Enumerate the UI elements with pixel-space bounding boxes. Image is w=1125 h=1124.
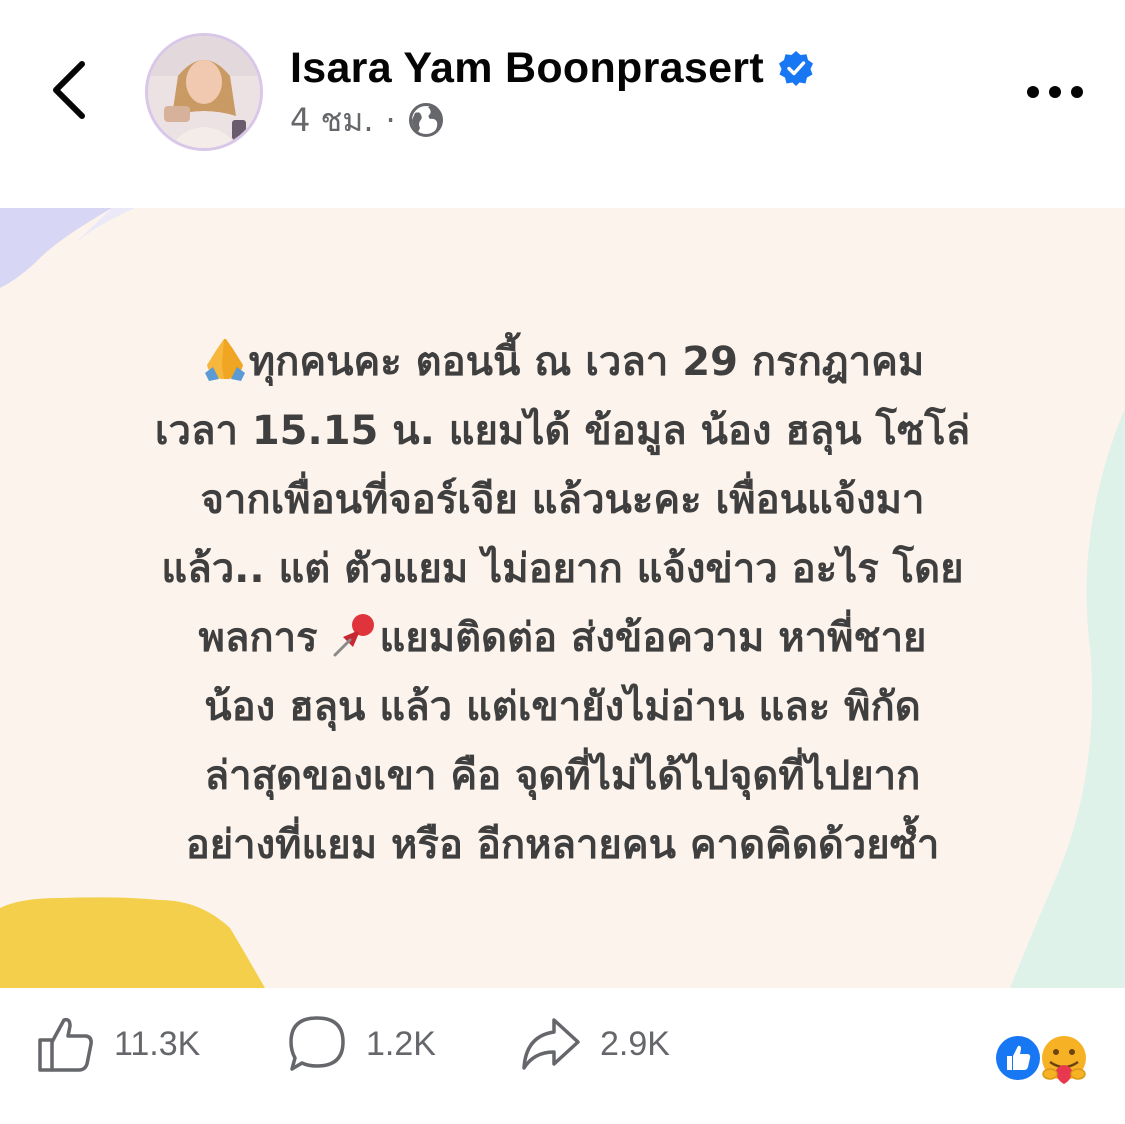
share-count: 2.9K — [600, 1024, 670, 1063]
back-button[interactable] — [40, 50, 100, 130]
post-line-7: ล่าสุดของเขา คือ จุดที่ไม่ได้ไปจุดที่ไปย… — [204, 753, 921, 799]
comment-button[interactable]: 1.2K — [286, 1012, 436, 1076]
folded-hands-icon — [204, 339, 245, 381]
post-line-8: อย่างที่แยม หรือ อีกหลายคน คาดคิดด้วยซ้ำ — [185, 822, 940, 868]
pushpin-icon — [333, 614, 375, 657]
post-line-5a-text: พลการ — [198, 615, 318, 661]
globe-icon — [408, 103, 443, 137]
post-line-4: แล้ว.. แต่ ตัวแยม ไม่อยาก แจ้งข่าว อะไร … — [161, 546, 964, 592]
avatar[interactable] — [145, 33, 263, 151]
more-options-button[interactable] — [1020, 70, 1090, 114]
post-text: ทุกคนคะ ตอนนี้ ณ เวลา 29 กรกฎาคม เวลา 15… — [60, 328, 1065, 880]
post-line-6: น้อง ฮลุน แล้ว แต่เขายังไม่อ่าน และ พิกั… — [204, 684, 921, 730]
comment-count: 1.2K — [366, 1024, 436, 1063]
author-name[interactable]: Isara Yam Boonprasert — [290, 44, 764, 93]
like-button[interactable]: 11.3K — [36, 1012, 200, 1076]
comment-icon — [289, 1016, 345, 1071]
post-line-1-text: ทุกคนคะ ตอนนี้ ณ เวลา 29 กรกฎาคม — [248, 339, 925, 385]
verified-badge-icon — [778, 51, 813, 86]
avatar-photo — [148, 36, 260, 148]
post-timestamp[interactable]: 4 ชม. — [290, 95, 374, 146]
like-count: 11.3K — [114, 1024, 201, 1063]
like-reaction-icon — [994, 1034, 1042, 1082]
reaction-icons — [994, 1034, 1086, 1084]
post-actions-bar: 11.3K 1.2K 2.9K — [0, 988, 1125, 1124]
post-header: Isara Yam Boonprasert 4 ชม. · — [0, 0, 1125, 190]
post-line-5: พลการ แยมติดต่อ ส่งข้อความ หาพี่ชาย — [60, 604, 1065, 673]
share-button[interactable]: 2.9K — [520, 1012, 670, 1076]
post-background: ทุกคนคะ ตอนนี้ ณ เวลา 29 กรกฎาคม เวลา 15… — [0, 208, 1125, 988]
author-row: Isara Yam Boonprasert — [290, 40, 814, 96]
share-icon — [522, 1018, 580, 1070]
thumbs-up-icon — [38, 1017, 93, 1072]
chevron-left-icon — [53, 61, 85, 119]
post-line-5b-text: แยมติดต่อ ส่งข้อความ หาพี่ชาย — [379, 615, 927, 661]
care-reaction-icon — [1042, 1036, 1086, 1084]
post-meta: 4 ชม. · — [290, 98, 444, 142]
meta-separator: · — [385, 101, 396, 139]
more-horizontal-icon — [1027, 86, 1083, 98]
post-line-1: ทุกคนคะ ตอนนี้ ณ เวลา 29 กรกฎาคม — [60, 328, 1065, 397]
post-page: Isara Yam Boonprasert 4 ชม. · ทุกคนคะ ตอ… — [0, 0, 1125, 1124]
post-line-3: จากเพื่อนที่จอร์เจีย แล้วนะคะ เพื่อนแจ้ง… — [200, 477, 925, 523]
post-line-2: เวลา 15.15 น. แยมได้ ข้อมูล น้อง ฮลุน โซ… — [154, 408, 971, 454]
reactions-summary[interactable] — [990, 1032, 1100, 1086]
